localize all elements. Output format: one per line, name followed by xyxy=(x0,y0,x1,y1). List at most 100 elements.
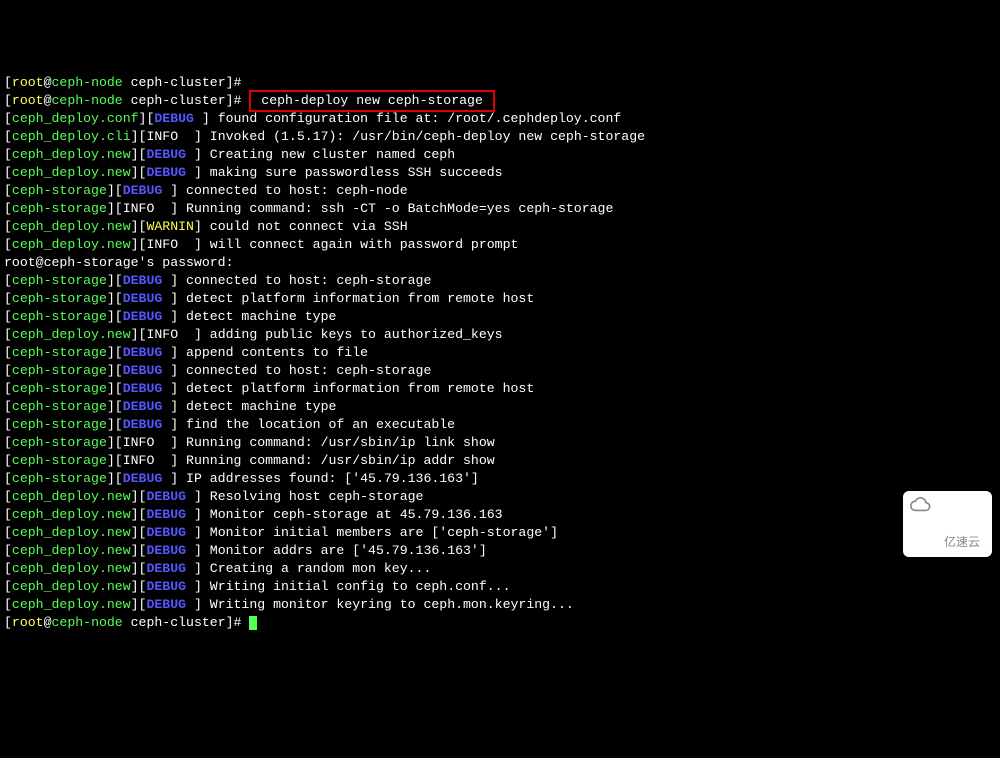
log-message: Monitor initial members are ['ceph-stora… xyxy=(210,525,558,540)
log-level: DEBUG xyxy=(146,165,193,180)
log-module: ceph-storage xyxy=(12,309,107,324)
log-line: [ceph_deploy.conf][DEBUG ] found configu… xyxy=(4,110,996,128)
log-message: connected to host: ceph-storage xyxy=(186,273,431,288)
watermark-badge: 亿速云 xyxy=(903,491,992,557)
log-module: ceph_deploy.new xyxy=(12,597,131,612)
log-module: ceph-storage xyxy=(12,471,107,486)
log-line: [ceph-storage][INFO ] Running command: /… xyxy=(4,434,996,452)
log-module: ceph-storage xyxy=(12,345,107,360)
log-level: DEBUG xyxy=(146,597,193,612)
log-line: [ceph_deploy.new][WARNIN] could not conn… xyxy=(4,218,996,236)
log-level: DEBUG xyxy=(123,363,170,378)
log-module: ceph_deploy.new xyxy=(12,579,131,594)
cloud-icon xyxy=(909,495,931,513)
log-message: will connect again with password prompt xyxy=(210,237,519,252)
log-message: Running command: /usr/sbin/ip link show xyxy=(186,435,495,450)
log-level: DEBUG xyxy=(123,273,170,288)
log-level: INFO xyxy=(123,201,170,216)
log-line: [ceph_deploy.new][INFO ] adding public k… xyxy=(4,326,996,344)
log-line: [ceph_deploy.new][DEBUG ] Writing initia… xyxy=(4,578,996,596)
log-message: Writing monitor keyring to ceph.mon.keyr… xyxy=(210,597,574,612)
log-module: ceph_deploy.new xyxy=(12,147,131,162)
log-module: ceph-storage xyxy=(12,417,107,432)
log-message: connected to host: ceph-node xyxy=(186,183,408,198)
log-level: DEBUG xyxy=(146,579,193,594)
cursor xyxy=(249,616,257,630)
log-message: making sure passwordless SSH succeeds xyxy=(210,165,503,180)
log-message: IP addresses found: ['45.79.136.163'] xyxy=(186,471,479,486)
log-level: DEBUG xyxy=(146,147,193,162)
log-line: [ceph-storage][DEBUG ] detect platform i… xyxy=(4,290,996,308)
log-level: DEBUG xyxy=(123,417,170,432)
log-module: ceph_deploy.new xyxy=(12,219,131,234)
log-module: ceph_deploy.new xyxy=(12,237,131,252)
log-module: ceph-storage xyxy=(12,183,107,198)
entered-command[interactable]: ceph-deploy new ceph-storage xyxy=(249,90,494,112)
log-message: detect platform information from remote … xyxy=(186,291,534,306)
log-message: could not connect via SSH xyxy=(210,219,408,234)
log-module: ceph_deploy.conf xyxy=(12,111,139,126)
log-line: [ceph_deploy.cli][INFO ] Invoked (1.5.17… xyxy=(4,128,996,146)
log-line: [ceph-storage][DEBUG ] connected to host… xyxy=(4,182,996,200)
log-module: ceph-storage xyxy=(12,363,107,378)
shell-prompt[interactable]: [root@ceph-node ceph-cluster]# xyxy=(4,614,996,632)
log-line: [ceph_deploy.new][DEBUG ] making sure pa… xyxy=(4,164,996,182)
log-module: ceph-storage xyxy=(12,435,107,450)
log-line: [ceph_deploy.new][INFO ] will connect ag… xyxy=(4,236,996,254)
log-message: Running command: ssh -CT -o BatchMode=ye… xyxy=(186,201,613,216)
log-line: [ceph_deploy.new][DEBUG ] Creating a ran… xyxy=(4,560,996,578)
log-message: found configuration file at: /root/.ceph… xyxy=(218,111,622,126)
terminal-output: [root@ceph-node ceph-cluster]#[root@ceph… xyxy=(4,74,996,632)
log-line: [ceph_deploy.new][DEBUG ] Resolving host… xyxy=(4,488,996,506)
log-level: DEBUG xyxy=(146,489,193,504)
log-line: [ceph-storage][DEBUG ] detect platform i… xyxy=(4,380,996,398)
log-message: Invoked (1.5.17): /usr/bin/ceph-deploy n… xyxy=(210,129,645,144)
log-message: Creating new cluster named ceph xyxy=(210,147,455,162)
log-module: ceph_deploy.new xyxy=(12,525,131,540)
log-line: [ceph-storage][INFO ] Running command: s… xyxy=(4,200,996,218)
log-module: ceph_deploy.new xyxy=(12,327,131,342)
watermark-text: 亿速云 xyxy=(944,535,980,549)
shell-prompt[interactable]: [root@ceph-node ceph-cluster]# ceph-depl… xyxy=(4,92,996,110)
log-level: INFO xyxy=(146,237,193,252)
log-message: connected to host: ceph-storage xyxy=(186,363,431,378)
log-line: [ceph_deploy.new][DEBUG ] Monitor addrs … xyxy=(4,542,996,560)
log-level: WARNIN xyxy=(146,219,193,234)
log-level: DEBUG xyxy=(146,543,193,558)
log-level: DEBUG xyxy=(123,183,170,198)
log-message: Resolving host ceph-storage xyxy=(210,489,424,504)
log-level: INFO xyxy=(123,435,170,450)
log-line: [ceph-storage][DEBUG ] detect machine ty… xyxy=(4,308,996,326)
log-line: [ceph_deploy.new][DEBUG ] Monitor ceph-s… xyxy=(4,506,996,524)
log-level: DEBUG xyxy=(123,345,170,360)
log-line: [ceph-storage][DEBUG ] detect machine ty… xyxy=(4,398,996,416)
log-level: DEBUG xyxy=(123,471,170,486)
log-module: ceph-storage xyxy=(12,453,107,468)
log-line: [ceph-storage][DEBUG ] append contents t… xyxy=(4,344,996,362)
log-line: [ceph-storage][DEBUG ] connected to host… xyxy=(4,362,996,380)
log-module: ceph-storage xyxy=(12,381,107,396)
log-message: Creating a random mon key... xyxy=(210,561,432,576)
log-line: [ceph-storage][DEBUG ] IP addresses foun… xyxy=(4,470,996,488)
log-module: ceph_deploy.new xyxy=(12,561,131,576)
log-line: [ceph_deploy.new][DEBUG ] Monitor initia… xyxy=(4,524,996,542)
log-line: [ceph-storage][DEBUG ] connected to host… xyxy=(4,272,996,290)
log-message: append contents to file xyxy=(186,345,368,360)
log-message: detect machine type xyxy=(186,309,336,324)
log-module: ceph_deploy.new xyxy=(12,165,131,180)
log-message: Writing initial config to ceph.conf... xyxy=(210,579,511,594)
log-line: [ceph_deploy.new][DEBUG ] Creating new c… xyxy=(4,146,996,164)
log-level: DEBUG xyxy=(146,507,193,522)
log-level: DEBUG xyxy=(146,561,193,576)
log-message: adding public keys to authorized_keys xyxy=(210,327,503,342)
ssh-password-prompt[interactable]: root@ceph-storage's password: xyxy=(4,254,996,272)
log-line: [ceph_deploy.new][DEBUG ] Writing monito… xyxy=(4,596,996,614)
log-message: Running command: /usr/sbin/ip addr show xyxy=(186,453,495,468)
log-level: DEBUG xyxy=(154,111,201,126)
log-level: INFO xyxy=(146,129,193,144)
shell-prompt[interactable]: [root@ceph-node ceph-cluster]# xyxy=(4,74,996,92)
log-level: INFO xyxy=(123,453,170,468)
log-level: DEBUG xyxy=(123,291,170,306)
log-level: DEBUG xyxy=(123,399,170,414)
log-line: [ceph-storage][INFO ] Running command: /… xyxy=(4,452,996,470)
